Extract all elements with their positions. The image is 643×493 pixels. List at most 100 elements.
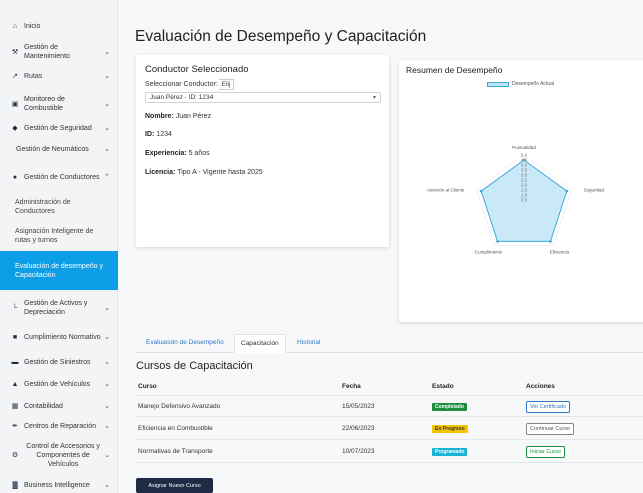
header-status: Estado xyxy=(432,383,454,390)
sidebar-item-seguridad[interactable]: ◆ Gestión de Seguridad ⌄ xyxy=(0,123,118,133)
sidebar-item-reparacion[interactable]: ✒ Centros de Reparación ⌄ xyxy=(0,421,118,431)
driver-name-value: Juan Pérez xyxy=(175,113,212,120)
driver-exp-value: 5 años xyxy=(188,150,210,157)
sidebar-item-mantenimiento[interactable]: ⚒ Gestión de Mantenimiento ⌄ xyxy=(0,42,118,62)
calculator-icon: ▦ xyxy=(11,403,19,410)
radar-point xyxy=(549,240,552,243)
wrench-icon: ⚒ xyxy=(11,49,19,56)
sidebar-item-cumplimiento[interactable]: ■ Cumplimiento Normativo ⌄ xyxy=(0,327,118,347)
driver-card-heading: Conductor Seleccionado xyxy=(145,64,249,75)
tab-historial[interactable]: Historial xyxy=(291,334,326,353)
sidebar: ⌂ Inicio ⚒ Gestión de Mantenimiento ⌄ ↗ … xyxy=(0,0,118,493)
chevron-down-icon: ⌄ xyxy=(104,359,110,366)
driver-select[interactable]: Juan Pérez - ID: 1234 ▾ xyxy=(145,92,381,103)
start-course-button[interactable]: Iniciar Curso xyxy=(526,445,565,458)
sidebar-item-label: Gestión de Mantenimiento xyxy=(24,44,70,60)
performance-summary-card: Resumen de Desempeño Desempeño Actual 0.… xyxy=(399,60,643,322)
sidebar-item-accesorios[interactable]: ⚙ Control de Accesorios y Componentes de… xyxy=(0,441,118,469)
sidebar-item-neumaticos[interactable]: Gestión de Neumáticos ⌄ xyxy=(0,144,118,154)
sidebar-item-vehiculos[interactable]: ▲ Gestión de Vehículos ⌄ xyxy=(0,379,118,389)
header-actions: Acciones xyxy=(526,383,555,390)
table-header: Curso Fecha Estado Acciones xyxy=(136,378,643,396)
chevron-down-icon: ⌄ xyxy=(104,125,110,132)
sidebar-item-conductores[interactable]: ● Gestión de Conductores ⌃ xyxy=(0,167,118,187)
chevron-down-icon: ⌄ xyxy=(104,73,110,80)
radar-tick-label: 1.0 xyxy=(521,193,528,198)
table-row: Manejo Defensivo Avanzado 15/05/2023 Com… xyxy=(136,397,643,417)
course-name: Normativas de Transporte xyxy=(138,448,213,455)
course-date: 22/06/2023 xyxy=(342,425,375,432)
radar-tick-label: 3.5 xyxy=(521,168,528,173)
table-row: Normativas de Transporte 10/07/2023 Prog… xyxy=(136,441,643,463)
shield-icon: ◆ xyxy=(12,125,18,132)
radar-axis-label: Puntualidad xyxy=(512,145,536,150)
status-badge: Programado xyxy=(432,447,468,456)
chevron-down-icon: ⌄ xyxy=(104,305,110,312)
sidebar-item-label: Business Intelligence xyxy=(24,481,90,489)
status-badge: En Progreso xyxy=(432,424,468,433)
monitor-icon: ▣ xyxy=(11,101,19,108)
sidebar-item-contabilidad[interactable]: ▦ Contabilidad ⌄ xyxy=(0,401,118,411)
radar-tick-label: 1.5 xyxy=(521,188,528,193)
radar-axis-label: Atención al Cliente xyxy=(427,188,465,193)
sidebar-subitem-asignacion[interactable]: Asignación Inteligente de rutas y turnos xyxy=(0,226,118,246)
continue-course-button[interactable]: Continuar Curso xyxy=(526,422,575,435)
radar-point xyxy=(565,189,569,193)
driver-id-label: ID: xyxy=(145,131,155,138)
radar-tick-label: 0.5 xyxy=(521,198,528,203)
tab-bar: Evaluación de Desempeño Capacitación His… xyxy=(136,334,643,353)
sidebar-item-label: Control de Accesorios y Componentes de V… xyxy=(26,442,100,468)
driver-id-value: 1234 xyxy=(156,131,172,138)
chevron-down-icon: ⌄ xyxy=(104,334,110,341)
course-name: Eficiencia en Combustible xyxy=(138,425,213,432)
driver-select-label-text: Seleccionar Conductor: xyxy=(145,81,218,88)
radar-chart: 0.51.01.52.02.53.03.54.04.55.0 Puntualida… xyxy=(427,145,605,254)
view-certificate-button[interactable]: Ver Certificado xyxy=(526,400,571,413)
sidebar-item-label: Gestión de Siniestros xyxy=(24,358,91,366)
sidebar-item-bi[interactable]: ▓ Business Intelligence ⌄ xyxy=(0,479,118,491)
bi-icon: ▓ xyxy=(12,481,18,489)
tab-evaluacion[interactable]: Evaluación de Desempeño xyxy=(140,334,230,353)
assign-course-button[interactable]: Asignar Nuevo Curso xyxy=(136,478,213,493)
header-date: Fecha xyxy=(342,383,361,390)
driver-exp-label: Experiencia: xyxy=(145,150,187,157)
sidebar-item-label: Centros de Reparación xyxy=(24,422,96,430)
driver-select-choose-tab[interactable]: Elij xyxy=(218,79,235,90)
radar-tick-label: 2.5 xyxy=(521,178,528,183)
sidebar-item-label: Administración de Conductores xyxy=(15,199,71,215)
sidebar-subitem-administracion[interactable]: Administración de Conductores xyxy=(0,197,118,217)
header-course: Curso xyxy=(138,383,157,390)
sidebar-item-label: Gestión de Neumáticos xyxy=(16,145,89,153)
sidebar-item-label: Gestión de Seguridad xyxy=(24,124,92,132)
chevron-down-icon: ⌄ xyxy=(104,101,110,108)
sidebar-item-siniestros[interactable]: ▬ Gestión de Siniestros ⌄ xyxy=(0,357,118,367)
sidebar-item-activos[interactable]: └ Gestión de Activos y Depreciación ⌄ xyxy=(0,298,118,318)
sidebar-item-label: Gestión de Vehículos xyxy=(24,380,91,388)
sidebar-item-combustible[interactable]: ▣ Monitoreo de Combustible ⌄ xyxy=(0,94,118,114)
document-icon: ■ xyxy=(12,333,18,341)
course-name: Manejo Defensivo Avanzado xyxy=(138,403,221,410)
driver-license: Licencia: Tipo A - Vigente hasta 2025 xyxy=(145,169,263,176)
driver-lic-label: Licencia: xyxy=(145,169,176,176)
chart-icon: └ xyxy=(12,304,18,312)
radar-axis-label: Seguridad xyxy=(584,188,605,193)
page-title: Evaluación de Desempeño y Capacitación xyxy=(135,28,427,45)
chevron-down-icon: ⌄ xyxy=(104,146,110,153)
sidebar-item-label: Rutas xyxy=(24,72,43,80)
sidebar-item-label: Evaluación de desempeño y Capacitación xyxy=(15,262,103,279)
courses-title: Cursos de Capacitación xyxy=(136,360,253,372)
sidebar-item-label: Gestión de Activos y Depreciación xyxy=(24,300,88,316)
tab-capacitacion[interactable]: Capacitación xyxy=(234,334,286,353)
sidebar-subitem-evaluacion[interactable]: Evaluación de desempeño y Capacitación xyxy=(0,251,118,290)
home-icon: ⌂ xyxy=(12,22,18,30)
sidebar-item-label: Gestión de Conductores xyxy=(24,173,100,181)
radar-tick-label: 4.5 xyxy=(521,158,528,163)
sidebar-item-inicio[interactable]: ⌂ Inicio xyxy=(0,21,118,31)
chevron-down-icon: ⌄ xyxy=(104,423,110,430)
status-badge: Completado xyxy=(432,402,467,411)
sidebar-item-rutas[interactable]: ↗ Rutas ⌄ xyxy=(0,71,118,81)
driver-name: Nombre: Juan Pérez xyxy=(145,113,211,120)
route-icon: ↗ xyxy=(12,73,18,80)
chevron-down-icon: ⌄ xyxy=(104,381,110,388)
user-icon: ● xyxy=(12,173,18,181)
